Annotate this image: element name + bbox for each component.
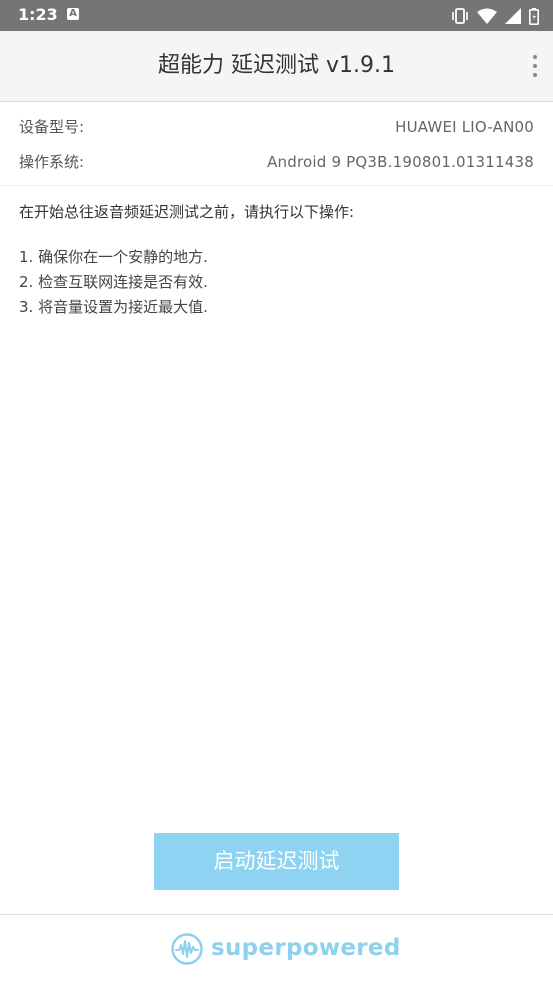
device-model-value: HUAWEI LIO-AN00 xyxy=(395,118,534,136)
device-model-label: 设备型号: xyxy=(19,118,85,136)
brand-name: superpowered xyxy=(211,935,401,961)
a-icon: A xyxy=(67,8,79,20)
wifi-icon xyxy=(477,8,497,24)
instructions: 在开始总往返音频延迟测试之前，请执行以下操作: 1. 确保你在一个安静的地方. … xyxy=(19,199,534,320)
status-bar: 1:23 A xyxy=(0,0,553,31)
start-latency-test-button[interactable]: 启动延迟测试 xyxy=(154,833,399,890)
instructions-steps: 1. 确保你在一个安静的地方. 2. 检查互联网连接是否有效. 3. 将音量设置… xyxy=(19,245,534,320)
instruction-step: 2. 检查互联网连接是否有效. xyxy=(19,273,208,291)
os-label: 操作系统: xyxy=(19,153,85,171)
vibrate-icon xyxy=(452,8,468,24)
footer: superpowered xyxy=(0,915,553,983)
battery-icon xyxy=(529,7,539,25)
info-divider xyxy=(0,185,553,186)
instructions-intro: 在开始总往返音频延迟测试之前，请执行以下操作: xyxy=(19,203,355,221)
instruction-step: 1. 确保你在一个安静的地方. xyxy=(19,248,208,266)
instruction-step: 3. 将音量设置为接近最大值. xyxy=(19,298,208,316)
overflow-menu-icon[interactable] xyxy=(531,55,539,77)
status-time: 1:23 xyxy=(18,5,58,24)
os-value: Android 9 PQ3B.190801.01311438 xyxy=(267,153,534,171)
signal-icon xyxy=(505,8,521,24)
app-title: 超能力 延迟测试 v1.9.1 xyxy=(158,53,395,78)
status-icons xyxy=(451,6,539,26)
app-toolbar: 超能力 延迟测试 v1.9.1 xyxy=(0,31,553,102)
superpowered-logo-icon xyxy=(171,933,203,965)
device-model-row: 设备型号: HUAWEI LIO-AN00 xyxy=(0,109,553,145)
os-row: 操作系统: Android 9 PQ3B.190801.01311438 xyxy=(0,144,553,180)
